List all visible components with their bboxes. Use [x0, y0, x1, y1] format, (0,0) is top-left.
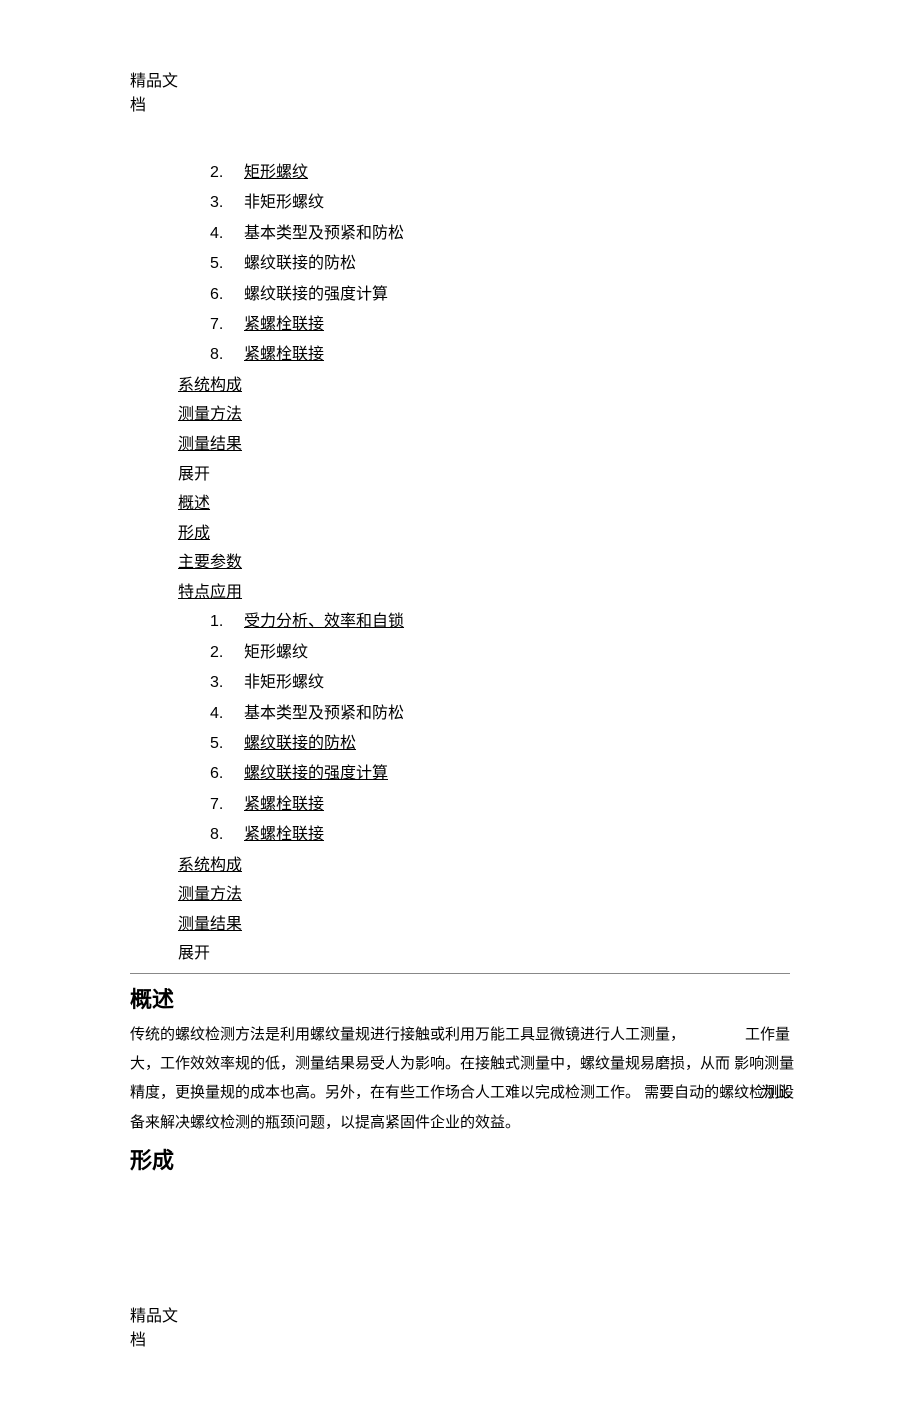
list-label: 基本类型及预紧和防松 [244, 705, 404, 722]
list-label: 螺纹联接的防松 [244, 255, 356, 272]
list-label: 矩形螺纹 [244, 644, 308, 661]
toc-link[interactable]: 测量结果 [178, 910, 790, 940]
toc-label: 形成 [178, 525, 210, 542]
toc-label: 系统构成 [178, 377, 242, 394]
list-number: 2. [210, 158, 244, 188]
list-item: 6.螺纹联接的强度计算 [210, 280, 790, 310]
list-item: 1.受力分析、效率和自锁 [210, 607, 790, 637]
list-label[interactable]: 螺纹联接的防松 [244, 735, 356, 752]
divider [130, 973, 790, 974]
toc-link[interactable]: 系统构成 [178, 371, 790, 401]
list-number: 5. [210, 249, 244, 279]
toc-label: 特点应用 [178, 584, 242, 601]
link-group-1: 系统构成测量方法测量结果展开概述形成主要参数特点应用 [178, 371, 790, 608]
toc-link: 展开 [178, 460, 790, 490]
toc-link[interactable]: 测量结果 [178, 430, 790, 460]
list-label[interactable]: 紧螺栓联接 [244, 346, 324, 363]
list-item: 8.紧螺栓联接 [210, 340, 790, 370]
list-number: 4. [210, 699, 244, 729]
toc-label: 概述 [178, 495, 210, 512]
list-label[interactable]: 螺纹联接的强度计算 [244, 765, 388, 782]
list-number: 3. [210, 668, 244, 698]
footer-label: 精品文档 [130, 1305, 178, 1353]
list-item: 7.紧螺栓联接 [210, 790, 790, 820]
list-item: 2.矩形螺纹 [210, 638, 790, 668]
list-label[interactable]: 紧螺栓联接 [244, 796, 324, 813]
toc-label: 测量结果 [178, 916, 242, 933]
list-label[interactable]: 受力分析、效率和自锁 [244, 613, 404, 630]
toc-label: 主要参数 [178, 554, 242, 571]
list-item: 4.基本类型及预紧和防松 [210, 699, 790, 729]
numbered-list-2: 1.受力分析、效率和自锁2.矩形螺纹3.非矩形螺纹4.基本类型及预紧和防松5.螺… [210, 607, 790, 850]
toc-label: 测量方法 [178, 406, 242, 423]
toc-label: 系统构成 [178, 857, 242, 874]
list-number: 6. [210, 759, 244, 789]
link-group-2: 系统构成测量方法测量结果展开 [178, 851, 790, 969]
list-number: 6. [210, 280, 244, 310]
list-label[interactable]: 矩形螺纹 [244, 164, 308, 181]
toc-link[interactable]: 形成 [178, 519, 790, 549]
list-item: 2.矩形螺纹 [210, 158, 790, 188]
list-item: 7.紧螺栓联接 [210, 310, 790, 340]
toc-label: 展开 [178, 466, 210, 483]
toc-link: 展开 [178, 939, 790, 969]
margin-text-2: 为此 [760, 1078, 790, 1107]
overview-paragraph: 传统的螺纹检测方法是利用螺纹量规进行接触或利用万能工具显微镜进行人工测量，大，工… [130, 1020, 790, 1137]
paragraph-body: 传统的螺纹检测方法是利用螺纹量规进行接触或利用万能工具显微镜进行人工测量，大，工… [130, 1020, 800, 1137]
list-label[interactable]: 紧螺栓联接 [244, 316, 324, 333]
toc-link[interactable]: 系统构成 [178, 851, 790, 881]
list-item: 8.紧螺栓联接 [210, 820, 790, 850]
list-number: 1. [210, 607, 244, 637]
list-number: 2. [210, 638, 244, 668]
toc-link[interactable]: 特点应用 [178, 578, 790, 608]
document-page: 精品文档 2.矩形螺纹3.非矩形螺纹4.基本类型及预紧和防松5.螺纹联接的防松6… [0, 0, 920, 1413]
list-number: 4. [210, 219, 244, 249]
toc-label: 展开 [178, 945, 210, 962]
section-heading-formation: 形成 [130, 1143, 790, 1175]
list-number: 7. [210, 310, 244, 340]
list-number: 8. [210, 820, 244, 850]
list-item: 6.螺纹联接的强度计算 [210, 759, 790, 789]
section-heading-overview: 概述 [130, 982, 790, 1014]
margin-text-1: 工作量 [745, 1020, 790, 1049]
list-item: 5.螺纹联接的防松 [210, 729, 790, 759]
list-number: 3. [210, 188, 244, 218]
toc-label: 测量结果 [178, 436, 242, 453]
list-item: 3.非矩形螺纹 [210, 668, 790, 698]
list-number: 5. [210, 729, 244, 759]
list-item: 4.基本类型及预紧和防松 [210, 219, 790, 249]
list-number: 8. [210, 340, 244, 370]
numbered-list-1: 2.矩形螺纹3.非矩形螺纹4.基本类型及预紧和防松5.螺纹联接的防松6.螺纹联接… [210, 158, 790, 371]
toc-link[interactable]: 测量方法 [178, 400, 790, 430]
list-label[interactable]: 紧螺栓联接 [244, 826, 324, 843]
toc-link[interactable]: 测量方法 [178, 880, 790, 910]
list-label: 非矩形螺纹 [244, 674, 324, 691]
header-label: 精品文档 [130, 70, 178, 118]
list-item: 3.非矩形螺纹 [210, 188, 790, 218]
list-label: 螺纹联接的强度计算 [244, 286, 388, 303]
list-label: 非矩形螺纹 [244, 194, 324, 211]
toc-link[interactable]: 概述 [178, 489, 790, 519]
toc-link[interactable]: 主要参数 [178, 548, 790, 578]
list-item: 5.螺纹联接的防松 [210, 249, 790, 279]
list-label: 基本类型及预紧和防松 [244, 225, 404, 242]
list-number: 7. [210, 790, 244, 820]
toc-label: 测量方法 [178, 886, 242, 903]
